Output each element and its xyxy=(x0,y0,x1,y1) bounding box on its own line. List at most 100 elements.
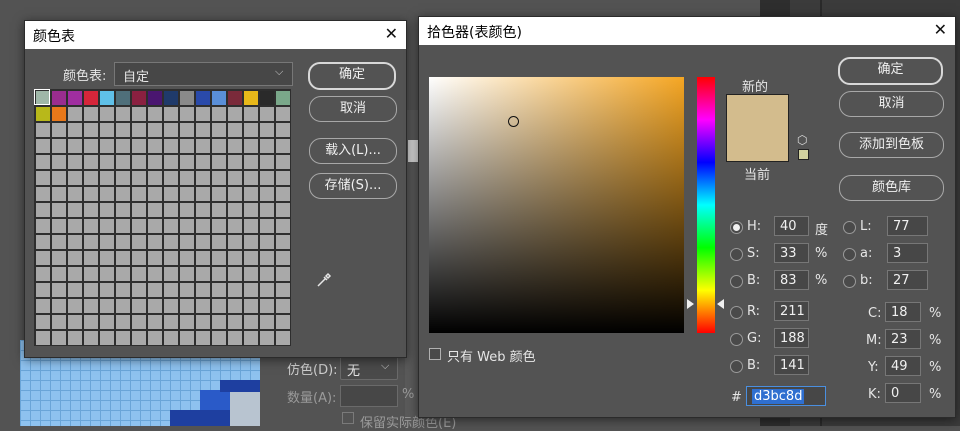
saturation-radio[interactable] xyxy=(730,248,743,261)
hue-unit: 度 xyxy=(815,223,829,238)
color-field[interactable] xyxy=(429,77,684,333)
hue-slider-left-arrow[interactable] xyxy=(687,299,694,309)
preview-pixels xyxy=(220,380,260,392)
color-swatch[interactable] xyxy=(196,91,210,105)
dither-label: 仿色(D): xyxy=(287,363,338,378)
swatch-grid[interactable] xyxy=(34,89,291,346)
color-swatch[interactable] xyxy=(52,91,66,105)
magenta-unit: % xyxy=(929,333,942,348)
black-unit: % xyxy=(929,387,942,402)
color-swatch[interactable] xyxy=(244,91,258,105)
color-swatch[interactable] xyxy=(132,91,146,105)
color-libraries-button[interactable]: 颜色库 xyxy=(839,175,944,201)
blue-input[interactable]: 141 xyxy=(774,355,809,375)
lab-b-radio[interactable] xyxy=(843,275,856,288)
hex-label: # xyxy=(731,390,742,405)
color-swatch[interactable] xyxy=(276,91,290,105)
saturation-label: S: xyxy=(747,246,760,261)
lightness-label: L: xyxy=(860,219,872,234)
lab-b-label: b: xyxy=(860,273,873,288)
color-swatch[interactable] xyxy=(36,107,50,121)
ok-button[interactable]: 确定 xyxy=(838,57,943,85)
color-picker-titlebar: 拾色器(表颜色) ✕ xyxy=(419,17,955,45)
lightness-radio[interactable] xyxy=(843,221,856,234)
color-swatch[interactable] xyxy=(260,91,274,105)
green-input[interactable]: 188 xyxy=(774,328,809,348)
color-swatch[interactable] xyxy=(180,91,194,105)
lab-a-input[interactable]: 3 xyxy=(887,243,928,263)
amount-label: 数量(A): xyxy=(287,391,337,406)
web-safe-swatch-icon[interactable] xyxy=(798,149,809,160)
hue-slider-right-arrow[interactable] xyxy=(717,299,724,309)
cyan-unit: % xyxy=(929,306,942,321)
brightness-input[interactable]: 83 xyxy=(774,270,809,290)
blue-label: B: xyxy=(747,358,761,373)
color-table-select[interactable]: 自定 ⌵ xyxy=(114,62,293,86)
new-color-label: 新的 xyxy=(742,80,769,95)
color-table-value: 自定 xyxy=(123,70,150,85)
green-radio[interactable] xyxy=(730,333,743,346)
color-swatch[interactable] xyxy=(84,91,98,105)
ok-button[interactable]: 确定 xyxy=(308,62,396,90)
add-to-swatches-button[interactable]: 添加到色板 xyxy=(839,132,944,158)
magenta-input[interactable]: 23 xyxy=(885,329,921,349)
color-swatch[interactable] xyxy=(100,91,114,105)
hex-value: d3bc8d xyxy=(752,389,805,404)
color-swatch[interactable] xyxy=(52,107,66,121)
cube-icon[interactable]: ⬡ xyxy=(797,133,807,147)
cyan-input[interactable]: 18 xyxy=(885,302,921,322)
color-swatch[interactable] xyxy=(164,91,178,105)
color-swatch[interactable] xyxy=(212,91,226,105)
preview-pixels xyxy=(170,410,230,426)
eyedropper-icon[interactable] xyxy=(315,271,333,289)
cancel-button[interactable]: 取消 xyxy=(309,96,397,122)
saturation-input[interactable]: 33 xyxy=(774,243,809,263)
hex-input[interactable]: d3bc8d xyxy=(746,386,826,406)
color-swatch[interactable] xyxy=(116,91,130,105)
swatch-cells[interactable] xyxy=(34,89,291,346)
new-color-swatch xyxy=(726,94,789,130)
chevron-down-icon: ⌵ xyxy=(381,359,390,372)
dialog-title: 拾色器(表颜色) xyxy=(427,25,522,41)
scrollbar-thumb[interactable] xyxy=(408,140,418,162)
amount-input[interactable] xyxy=(340,385,398,407)
red-radio[interactable] xyxy=(730,306,743,319)
cancel-button[interactable]: 取消 xyxy=(839,91,944,117)
dither-value: 无 xyxy=(347,364,361,379)
saturation-unit: % xyxy=(815,246,828,261)
web-colors-checkbox[interactable] xyxy=(429,348,441,360)
hue-label: H: xyxy=(747,219,762,234)
hue-radio[interactable] xyxy=(730,221,743,234)
lab-a-radio[interactable] xyxy=(843,248,856,261)
yellow-unit: % xyxy=(929,360,942,375)
preview-pixels xyxy=(230,392,260,426)
preserve-checkbox[interactable] xyxy=(342,412,354,424)
lab-b-input[interactable]: 27 xyxy=(887,270,928,290)
save-button[interactable]: 存储(S)... xyxy=(309,173,397,199)
close-icon[interactable]: ✕ xyxy=(934,20,947,39)
black-input[interactable]: 0 xyxy=(885,383,921,403)
color-swatch[interactable] xyxy=(148,91,162,105)
dialog-title: 颜色表 xyxy=(33,29,75,45)
brightness-radio[interactable] xyxy=(730,275,743,288)
yellow-input[interactable]: 49 xyxy=(885,356,921,376)
current-color-swatch[interactable] xyxy=(726,128,789,162)
close-icon[interactable]: ✕ xyxy=(385,24,398,43)
black-label: K: xyxy=(868,387,881,402)
dither-select[interactable]: 无 ⌵ xyxy=(340,356,398,380)
lightness-input[interactable]: 77 xyxy=(887,216,928,236)
color-table-titlebar: 颜色表 ✕ xyxy=(25,21,406,49)
red-label: R: xyxy=(747,304,761,319)
load-button[interactable]: 载入(L)... xyxy=(309,138,397,164)
color-field-cursor[interactable] xyxy=(508,116,519,127)
amount-unit: % xyxy=(402,387,415,402)
color-swatch[interactable] xyxy=(68,91,82,105)
color-swatch[interactable] xyxy=(228,91,242,105)
hue-slider[interactable] xyxy=(697,77,715,333)
brightness-unit: % xyxy=(815,273,828,288)
blue-radio[interactable] xyxy=(730,360,743,373)
color-picker-dialog: 拾色器(表颜色) ✕ 新的 当前 ⬡ 确定 取消 添加到色板 颜色库 H: 40… xyxy=(418,16,956,418)
red-input[interactable]: 211 xyxy=(774,301,809,321)
hue-input[interactable]: 40 xyxy=(774,216,809,236)
cyan-label: C: xyxy=(868,306,882,321)
